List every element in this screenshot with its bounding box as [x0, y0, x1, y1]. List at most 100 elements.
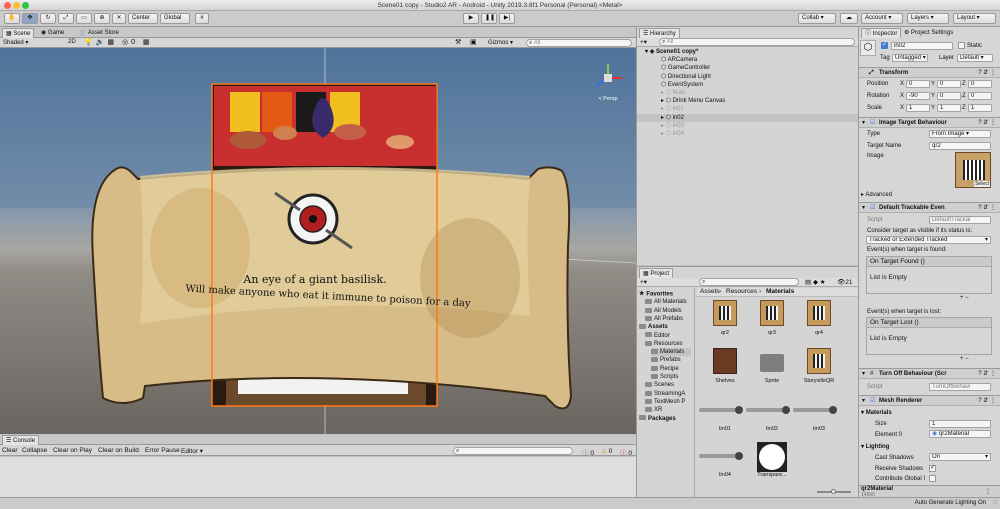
- mr-receive-checkbox[interactable]: ✓: [929, 465, 936, 472]
- object-name-field[interactable]: in02: [891, 42, 953, 50]
- breadcrumb-assets[interactable]: Assets: [700, 288, 720, 295]
- project-tree-item[interactable]: Editor: [645, 332, 670, 340]
- breadcrumb-materials[interactable]: Materials: [766, 288, 794, 295]
- project-tree-item[interactable]: Prefabs: [651, 356, 681, 364]
- footer-menu-icon[interactable]: ⋮: [985, 488, 991, 495]
- asset-thumbnail[interactable]: [807, 348, 831, 374]
- transform-scale-y-field[interactable]: 1: [937, 104, 961, 112]
- rotate-tool-button[interactable]: ↻: [40, 13, 56, 24]
- project-tree-item[interactable]: All Materials: [645, 298, 687, 306]
- pivot-center-button[interactable]: Center: [128, 13, 158, 24]
- image-target-header[interactable]: ▾ ☑ Image Target Behaviour ? ⇵ ⋮: [859, 117, 1000, 128]
- zoom-window-button[interactable]: [22, 2, 29, 9]
- enabled-checkbox[interactable]: ☑: [870, 396, 875, 406]
- close-window-button[interactable]: [4, 2, 11, 9]
- layout-dropdown[interactable]: Layout ▾: [953, 13, 996, 24]
- trackable-event-header[interactable]: ▾ ☑ Default Trackable Even ? ⇵ ⋮: [859, 202, 1000, 213]
- console-log-count[interactable]: ⓘ 0: [582, 447, 594, 457]
- transform-rotation-y-field[interactable]: 0: [937, 92, 961, 100]
- console-editor-dropdown[interactable]: Editor ▾: [181, 447, 203, 455]
- zoom-slider-handle[interactable]: [831, 489, 836, 494]
- pivot-global-button[interactable]: Global: [160, 13, 190, 24]
- console-error-count[interactable]: ⓘ 0: [620, 447, 632, 457]
- project-tree-item[interactable]: Materials: [651, 348, 691, 357]
- transform-scale-x-field[interactable]: 1: [906, 104, 930, 112]
- material-preview-footer[interactable]: qr2Material 14880 ⋮: [859, 485, 1000, 498]
- found-add-remove-buttons[interactable]: + −: [960, 295, 969, 301]
- minimize-window-button[interactable]: [13, 2, 20, 9]
- project-tree-item[interactable]: Scripts: [651, 373, 678, 381]
- component-menu-icon[interactable]: ? ⇵ ⋮: [978, 118, 996, 128]
- shading-mode-dropdown[interactable]: Shaded ▾: [3, 39, 28, 46]
- hierarchy-item[interactable]: ▸ ⬡ in03: [637, 122, 859, 130]
- custom-tool-button[interactable]: ✕: [112, 13, 126, 24]
- console-warning-count[interactable]: ⚠ 0: [601, 447, 612, 455]
- hierarchy-item[interactable]: ▸ ⬡ in04: [637, 130, 859, 138]
- hierarchy-item[interactable]: ⬡ ARCamera: [637, 56, 859, 64]
- scale-tool-button[interactable]: ⤢: [58, 13, 74, 24]
- on-target-lost-list[interactable]: On Target Lost () List is Empty: [866, 317, 992, 355]
- project-tree-item[interactable]: ★ Favorites: [639, 290, 673, 299]
- asset-thumbnail[interactable]: [793, 396, 837, 422]
- hierarchy-item[interactable]: ⬡ EventSystem: [637, 81, 859, 89]
- console-clear-button[interactable]: Clear: [2, 447, 18, 454]
- component-menu-icon[interactable]: ? ⇵ ⋮: [978, 203, 996, 213]
- mr-materials-foldout[interactable]: ▾ Materials: [861, 409, 892, 416]
- mr-cast-dropdown[interactable]: On ▾: [929, 453, 991, 461]
- hierarchy-search-input[interactable]: ⌕ All: [659, 38, 855, 46]
- camera-icon[interactable]: ▣: [470, 38, 477, 46]
- project-tree-item[interactable]: Packages: [639, 415, 676, 423]
- project-tree-item[interactable]: Scenes: [645, 381, 674, 389]
- asset-thumbnail[interactable]: [760, 354, 784, 372]
- hierarchy-item[interactable]: ▸ ⬡ Main: [637, 89, 859, 97]
- itb-select-button[interactable]: Select: [974, 181, 990, 187]
- mr-element-field[interactable]: ◉ qr2Material: [929, 430, 991, 438]
- gizmos-dropdown[interactable]: Gizmos ▾: [488, 39, 513, 46]
- mr-lighting-foldout[interactable]: ▾ Lighting: [861, 443, 889, 450]
- asset-thumbnail[interactable]: [699, 442, 743, 468]
- cloud-button[interactable]: ☁: [840, 13, 858, 24]
- pause-button[interactable]: ❚❚: [481, 13, 497, 24]
- tab-project[interactable]: ▦ Project: [639, 268, 674, 278]
- play-button[interactable]: ▶: [463, 13, 479, 24]
- collab-dropdown[interactable]: Collab ▾: [798, 13, 836, 24]
- snap-button[interactable]: #: [195, 13, 209, 24]
- hierarchy-item[interactable]: ⬡ Directional Light: [637, 73, 859, 81]
- turn-off-header[interactable]: ▾ # Turn Off Behaviour (Scr ? ⇵ ⋮: [859, 368, 1000, 379]
- transform-position-x-field[interactable]: 0: [906, 80, 930, 88]
- transform-position-z-field[interactable]: 0: [968, 80, 992, 88]
- tab-game[interactable]: ◉ Game: [38, 28, 67, 38]
- console-error-pause-button[interactable]: Error Pause: [145, 447, 180, 454]
- hierarchy-item[interactable]: ▸ ⬡ in01: [637, 105, 859, 113]
- hierarchy-item[interactable]: ▾ ◈ Scene01 copy*: [637, 48, 859, 56]
- asset-thumbnail[interactable]: [760, 300, 784, 326]
- active-checkbox[interactable]: ✓: [881, 42, 888, 49]
- project-tree-item[interactable]: All Models: [645, 307, 682, 315]
- layer-dropdown[interactable]: Default ▾: [957, 54, 993, 62]
- filter-icons[interactable]: ▤ ◆ ★: [805, 278, 826, 286]
- layers-dropdown[interactable]: Layers ▾: [907, 13, 949, 24]
- component-menu-icon[interactable]: ? ⇵ ⋮: [978, 68, 996, 78]
- console-collapse-button[interactable]: Collapse: [22, 447, 47, 454]
- scene-viewport[interactable]: An eye of a giant basilisk. Will make an…: [0, 48, 636, 434]
- console-log-area[interactable]: [0, 457, 636, 497]
- mr-size-field[interactable]: 1: [929, 420, 991, 428]
- itb-advanced-foldout[interactable]: ▸ Advanced: [861, 191, 892, 198]
- console-clear-on-play-button[interactable]: Clear on Play: [53, 447, 92, 454]
- tools-icon[interactable]: ⚒: [455, 38, 461, 46]
- 2d-toggle[interactable]: 2D: [68, 39, 76, 45]
- transform-header[interactable]: ⤢ Transform ? ⇵ ⋮: [859, 67, 1000, 78]
- project-tree-item[interactable]: Recipe: [651, 365, 679, 373]
- scene-search-input[interactable]: ⌕ All: [526, 39, 632, 47]
- lost-add-remove-buttons[interactable]: + −: [960, 356, 969, 362]
- move-tool-button[interactable]: ✥: [22, 13, 38, 24]
- transform-rotation-x-field[interactable]: -90: [906, 92, 930, 100]
- hierarchy-item[interactable]: ⬡ GameController: [637, 64, 859, 72]
- asset-thumbnail[interactable]: [807, 300, 831, 326]
- tab-console[interactable]: ☰ Console: [2, 435, 40, 445]
- itb-type-dropdown[interactable]: From Image ▾: [929, 130, 991, 138]
- hand-tool-button[interactable]: ✋: [4, 13, 20, 24]
- hierarchy-item[interactable]: ▸ ⬡ in02: [637, 113, 859, 122]
- tab-inspector[interactable]: ⓘ Inspector: [861, 28, 902, 38]
- tab-scene[interactable]: ▦ Scene: [2, 28, 35, 38]
